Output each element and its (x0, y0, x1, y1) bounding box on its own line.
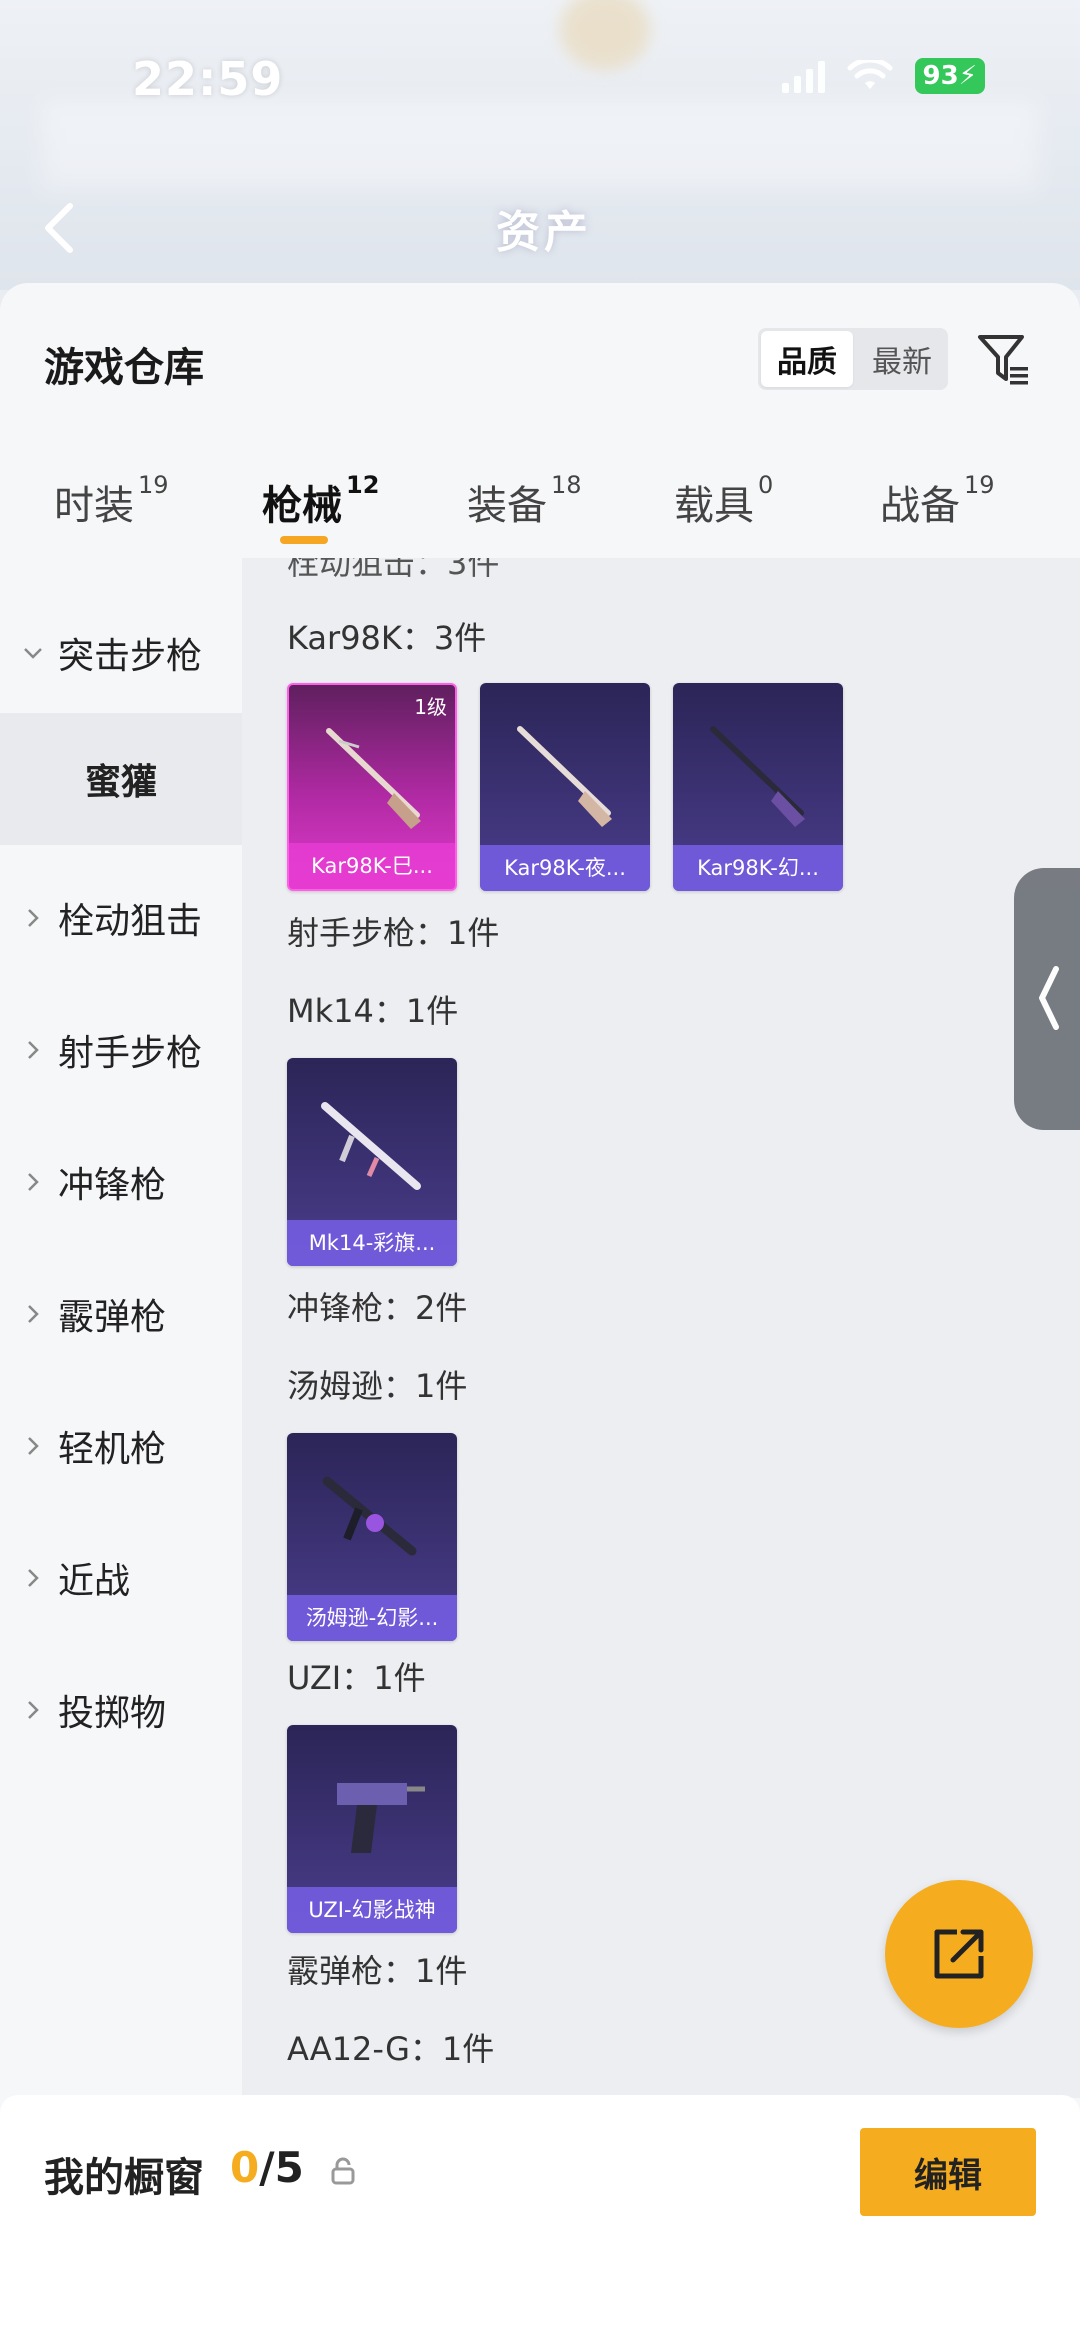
chevron-left-icon (1039, 966, 1059, 1030)
sidebar-item-smg[interactable]: 冲锋枪 (0, 1137, 242, 1227)
showcase-label: 我的橱窗 (44, 2155, 204, 2201)
chevron-right-icon (28, 1305, 39, 1323)
chevron-right-icon (28, 1041, 39, 1059)
blurred-decoration (560, 0, 650, 70)
warehouse-sheet: 游戏仓库 品质 最新 时装 19 枪械 12 装备 18 载具 0 战备 19 突击步枪 … (0, 283, 1080, 2341)
tab-equipment[interactable]: 装备 18 (467, 471, 582, 531)
top-header: 22:59 93⚡ 资产 (0, 0, 1080, 290)
item-card-uzi[interactable]: UZI-幻影战神 (287, 1725, 457, 1933)
blurred-decoration (40, 100, 1040, 190)
item-card-kar98k-1[interactable]: 1级 Kar98K-巳... (287, 683, 457, 891)
chevron-right-icon (28, 1701, 39, 1719)
filter-icon[interactable] (976, 331, 1032, 387)
sidebar-item-throwables[interactable]: 投掷物 (0, 1665, 242, 1755)
group-header-tommy: 汤姆逊：1件 (287, 1367, 468, 1405)
sidebar-item-shotgun[interactable]: 霰弹枪 (0, 1269, 242, 1359)
tab-active-indicator (280, 536, 328, 544)
item-list: 栓动狙击：3件 Kar98K：3件 1级 Kar98K-巳... Kar98K-… (242, 558, 1080, 2098)
signal-icon (781, 59, 825, 93)
item-card-tommy[interactable]: 汤姆逊-幻影... (287, 1433, 457, 1641)
section-header-bolt-sniper: 栓动狙击：3件 (287, 558, 500, 582)
chevron-down-icon (24, 648, 42, 659)
section-header-dmr: 射手步枪：1件 (287, 914, 500, 952)
item-card-kar98k-2[interactable]: Kar98K-夜... (480, 683, 650, 891)
item-card-mk14[interactable]: Mk14-彩旗... (287, 1058, 457, 1266)
page-title: 资产 (496, 207, 592, 258)
sheet-title: 游戏仓库 (44, 345, 204, 391)
pistol-icon (337, 1783, 425, 1853)
sort-toggle: 品质 最新 (758, 328, 948, 390)
tab-vehicles[interactable]: 载具 0 (674, 471, 773, 531)
group-header-aa12: AA12-G：1件 (287, 2030, 495, 2068)
chevron-right-icon (28, 909, 39, 927)
group-header-mk14: Mk14：1件 (287, 992, 459, 1030)
showcase-count: 0/5 (230, 2143, 304, 2192)
sidebar-item-assault-rifle[interactable]: 突击步枪 (0, 608, 242, 698)
battery-indicator: 93⚡ (914, 58, 985, 94)
rifle-icon (321, 1102, 421, 1190)
sidebar-item-bolt-sniper[interactable]: 栓动狙击 (0, 873, 242, 963)
external-link-icon (934, 1929, 984, 1979)
showcase-bar: 我的橱窗 0/5 编辑 (0, 2095, 1080, 2341)
rifle-icon (326, 728, 421, 829)
rifle-icon (710, 726, 805, 827)
category-sidebar: 突击步枪 蜜獾 栓动狙击 射手步枪 冲锋枪 霰弹枪 轻机枪 近战 投掷物 (0, 558, 242, 2341)
tab-guns[interactable]: 枪械 12 (262, 471, 379, 531)
chevron-right-icon (28, 1437, 39, 1455)
chevron-right-icon (28, 1173, 39, 1191)
sort-latest-button[interactable]: 最新 (856, 328, 948, 390)
rifle-icon (517, 726, 612, 827)
section-header-smg: 冲锋枪：2件 (287, 1289, 468, 1327)
tab-fashion[interactable]: 时装 19 (54, 471, 169, 531)
group-header-kar98k: Kar98K：3件 (287, 619, 487, 657)
smg-icon (322, 1476, 417, 1556)
status-icons: 93⚡ (781, 58, 985, 94)
tab-battle-prep[interactable]: 战备 19 (880, 471, 995, 531)
group-header-uzi: UZI：1件 (287, 1659, 426, 1697)
section-header-shotgun: 霰弹枪：1件 (287, 1952, 468, 1990)
sidebar-item-dmr[interactable]: 射手步枪 (0, 1005, 242, 1095)
back-arrow-icon[interactable] (40, 198, 80, 258)
sort-quality-button[interactable]: 品质 (761, 331, 853, 387)
sidebar-item-lmg[interactable]: 轻机枪 (0, 1401, 242, 1491)
share-button[interactable] (885, 1880, 1033, 2028)
chevron-right-icon (28, 1569, 39, 1587)
sidebar-item-honey-badger[interactable]: 蜜獾 (0, 713, 242, 845)
item-card-kar98k-3[interactable]: Kar98K-幻... (673, 683, 843, 891)
lock-icon (331, 2157, 355, 2185)
edit-button[interactable]: 编辑 (860, 2128, 1036, 2216)
status-time: 22:59 (132, 52, 284, 106)
wifi-icon (847, 60, 893, 89)
side-drawer-handle[interactable] (1014, 868, 1080, 1130)
sidebar-item-melee[interactable]: 近战 (0, 1533, 242, 1623)
